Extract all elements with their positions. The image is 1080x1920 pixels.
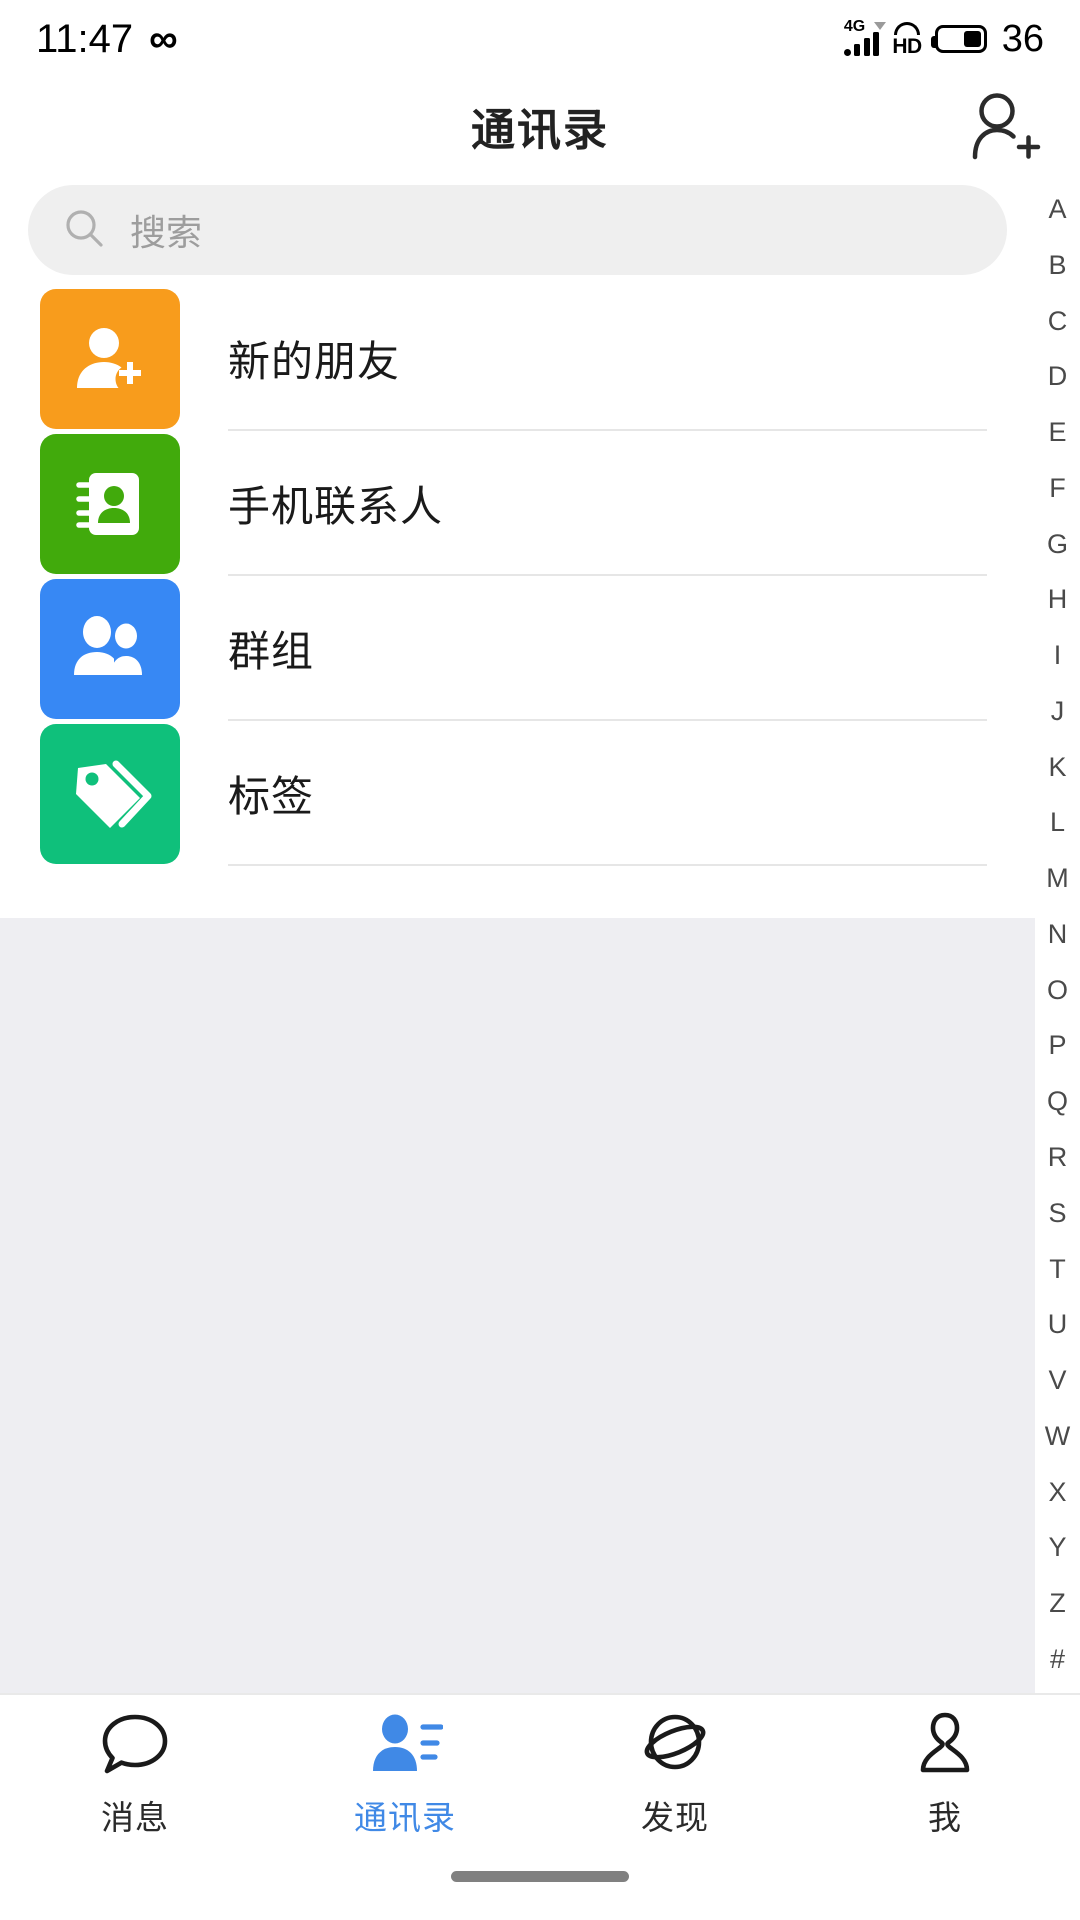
alpha-index-letter[interactable]: # <box>1050 1645 1065 1673</box>
alpha-index-letter[interactable]: H <box>1048 586 1068 613</box>
contacts-icon <box>367 1709 443 1781</box>
battery-percent-label: 36 <box>1001 18 1044 60</box>
alpha-index-letter[interactable]: M <box>1046 865 1069 892</box>
network-type-label: 4G <box>843 18 866 35</box>
list-item[interactable]: 标签 <box>0 721 1035 866</box>
list-item-label: 新的朋友 <box>228 338 401 385</box>
status-bar-left: 11:47 ∞ <box>36 19 178 59</box>
page-title: 通讯录 <box>471 106 609 155</box>
tab-label: 我 <box>928 1799 962 1836</box>
alpha-index-letter[interactable]: U <box>1048 1311 1068 1338</box>
battery-icon <box>930 25 987 53</box>
alpha-index-letter[interactable]: K <box>1048 753 1066 781</box>
tab-discover[interactable]: 发现 <box>540 1695 810 1845</box>
status-time: 11:47 <box>36 17 134 61</box>
search-placeholder: 搜索 <box>130 212 203 253</box>
groups-icon <box>40 578 180 719</box>
signal-strength-icon: 4G <box>843 18 886 56</box>
new-friend-icon <box>40 288 180 429</box>
home-indicator[interactable] <box>451 1871 629 1882</box>
tab-profile[interactable]: 我 <box>810 1695 1080 1845</box>
tab-contacts[interactable]: 通讯录 <box>270 1695 540 1845</box>
bottom-tab-bar: 消息 通讯录 发现 我 <box>0 1693 1080 1920</box>
add-person-icon[interactable] <box>960 84 1044 168</box>
list-item-label: 群组 <box>228 628 315 675</box>
signal-triangle-icon <box>873 22 886 30</box>
list-item-label: 手机联系人 <box>228 483 444 530</box>
page-header: 通讯录 <box>0 78 1080 174</box>
chat-bubble-icon <box>99 1709 171 1781</box>
status-bar-right: 4G HD 36 <box>843 18 1044 60</box>
tags-icon <box>40 723 180 864</box>
alpha-index-letter[interactable]: T <box>1049 1255 1066 1283</box>
alpha-index-letter[interactable]: S <box>1048 1199 1066 1227</box>
infinity-icon: ∞ <box>149 17 178 61</box>
tab-label: 通讯录 <box>354 1799 456 1836</box>
tab-messages[interactable]: 消息 <box>0 1695 270 1845</box>
tab-list: 消息 通讯录 发现 我 <box>0 1695 1080 1845</box>
discover-globe-icon <box>637 1709 713 1781</box>
alpha-index-letter[interactable]: L <box>1050 809 1065 836</box>
alphabet-index-bar[interactable]: A B C D E F G H I J K L M N O P Q R S T … <box>1035 174 1080 1693</box>
search-icon <box>62 206 106 255</box>
alpha-index-letter[interactable]: B <box>1048 251 1066 279</box>
alpha-index-letter[interactable]: A <box>1048 196 1066 223</box>
volte-hd-icon: HD <box>892 21 922 58</box>
alpha-index-letter[interactable]: G <box>1047 530 1068 558</box>
tab-label: 发现 <box>641 1799 709 1836</box>
list-separator <box>228 864 987 866</box>
alpha-index-letter[interactable]: I <box>1054 642 1062 669</box>
status-bar: 11:47 ∞ 4G HD 36 <box>0 0 1080 78</box>
alpha-index-letter[interactable]: C <box>1048 307 1068 335</box>
search-input[interactable]: 搜索 <box>28 185 1007 275</box>
search-bar-container: 搜索 <box>0 174 1035 286</box>
alpha-index-letter[interactable]: F <box>1049 474 1066 502</box>
phone-contacts-icon <box>40 433 180 574</box>
alpha-index-letter[interactable]: W <box>1045 1422 1070 1450</box>
alpha-index-letter[interactable]: Z <box>1049 1590 1066 1617</box>
alpha-index-letter[interactable]: Q <box>1047 1088 1068 1115</box>
alpha-index-letter[interactable]: Y <box>1048 1534 1066 1561</box>
alpha-index-letter[interactable]: P <box>1048 1032 1066 1059</box>
alpha-index-letter[interactable]: V <box>1048 1367 1066 1394</box>
list-item[interactable]: 手机联系人 <box>0 431 1035 576</box>
list-item-label: 标签 <box>228 773 315 820</box>
contacts-shortcut-list: 新的朋友 手机联系人 群组 标签 <box>0 286 1035 918</box>
alpha-index-letter[interactable]: N <box>1048 920 1068 948</box>
alpha-index-letter[interactable]: O <box>1047 976 1068 1004</box>
list-item[interactable]: 新的朋友 <box>0 286 1035 431</box>
alpha-index-letter[interactable]: D <box>1048 363 1068 390</box>
empty-contacts-area <box>0 918 1035 1693</box>
volte-hd-label: HD <box>892 34 922 58</box>
list-item[interactable]: 群组 <box>0 576 1035 721</box>
alpha-index-letter[interactable]: E <box>1048 419 1066 446</box>
alpha-index-letter[interactable]: X <box>1048 1478 1066 1506</box>
contacts-screen: 11:47 ∞ 4G HD 36 通讯录 搜索 新的朋友 手机联系人 群组 标签… <box>0 0 1080 1920</box>
alpha-index-letter[interactable]: J <box>1051 697 1065 725</box>
alpha-index-letter[interactable]: R <box>1048 1144 1068 1171</box>
tab-label: 消息 <box>101 1799 169 1836</box>
profile-person-icon <box>909 1709 981 1781</box>
